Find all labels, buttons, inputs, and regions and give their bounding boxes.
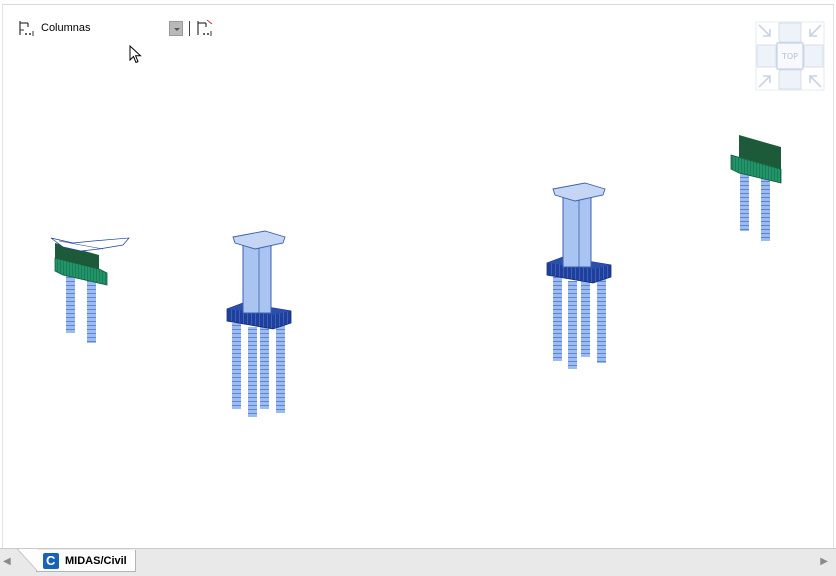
midas-civil-icon (43, 552, 59, 569)
document-tab-bar: ◀ MIDAS/Civil ▶ (0, 548, 836, 576)
pier-2[interactable] (546, 182, 612, 369)
model-viewport[interactable]: Columnas TOP (2, 4, 834, 548)
bridge-model-canvas[interactable] (3, 5, 834, 548)
pier-1-piles (232, 321, 285, 417)
pier-2-piles (553, 273, 606, 369)
model-window: Columnas TOP ◀ C MIDAS/Civil ▶ (0, 0, 836, 576)
tab-scroll-left-icon[interactable]: ◀ (3, 556, 11, 567)
tab-label: MIDAS/Civil (65, 554, 127, 567)
abutment-left[interactable] (50, 237, 130, 343)
tab-scroll-right-icon[interactable]: ▶ (820, 556, 828, 567)
abutment-right-piles (740, 171, 770, 241)
abutment-right[interactable] (730, 135, 782, 241)
tab-midas-civil[interactable]: MIDAS/Civil (17, 549, 136, 572)
pier-1[interactable] (226, 230, 292, 417)
